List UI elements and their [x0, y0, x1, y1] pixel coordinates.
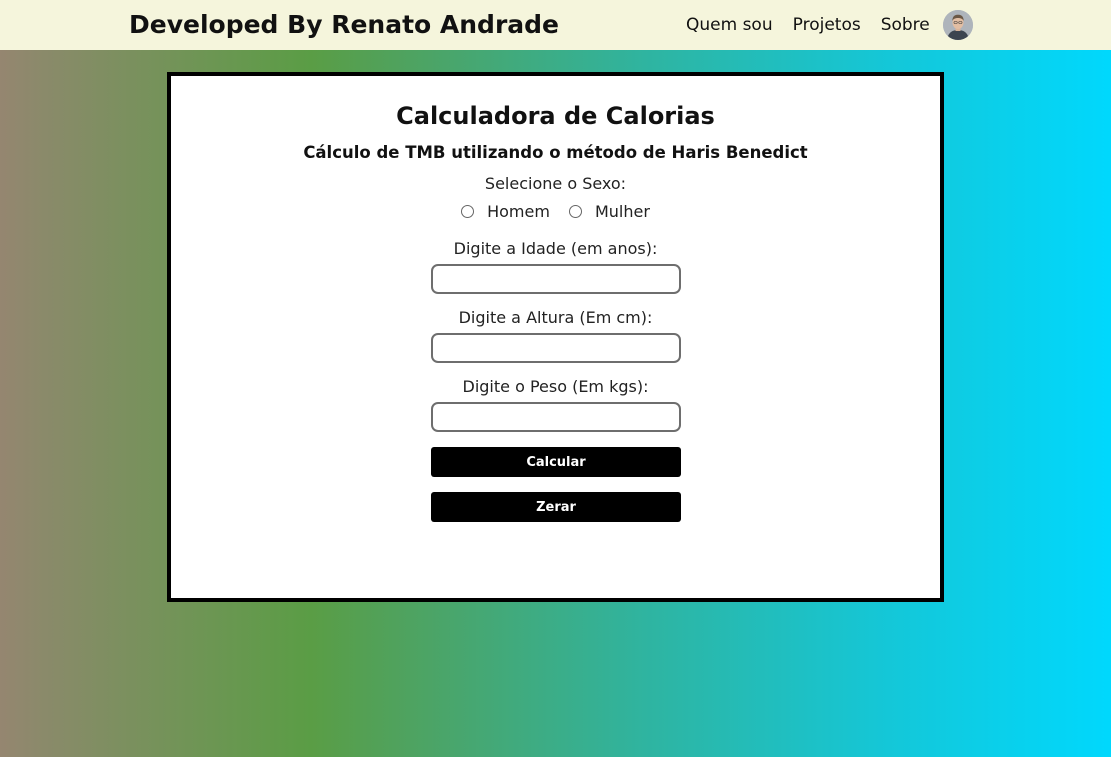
calculator-card: Calculadora de Calorias Cálculo de TMB u…: [167, 72, 944, 602]
radio-mulher[interactable]: [568, 205, 582, 218]
top-navbar: Developed By Renato Andrade Quem sou Pro…: [0, 0, 1111, 50]
radio-homem[interactable]: [461, 205, 475, 218]
user-avatar-icon: [942, 10, 973, 40]
nav-link-quem-sou[interactable]: Quem sou: [686, 15, 773, 35]
calculate-button[interactable]: Calcular: [431, 447, 681, 477]
age-input[interactable]: [431, 264, 681, 294]
avatar[interactable]: [942, 10, 973, 40]
brand-title: Developed By Renato Andrade: [129, 10, 560, 39]
page-subtitle: Cálculo de TMB utilizando o método de Ha…: [303, 143, 808, 162]
nav-link-projetos[interactable]: Projetos: [793, 15, 861, 35]
radio-homem-label[interactable]: Homem: [487, 202, 550, 221]
height-input[interactable]: [431, 333, 681, 363]
radio-mulher-label[interactable]: Mulher: [595, 202, 650, 221]
sex-label: Selecione o Sexo:: [484, 174, 627, 193]
height-label: Digite a Altura (Em cm):: [458, 308, 653, 327]
weight-input[interactable]: [431, 402, 681, 432]
page-title: Calculadora de Calorias: [396, 102, 715, 130]
reset-button[interactable]: Zerar: [431, 492, 681, 522]
nav-link-sobre[interactable]: Sobre: [881, 15, 930, 35]
sex-radio-group: Homem Mulher: [171, 202, 940, 221]
weight-label: Digite o Peso (Em kgs):: [462, 377, 649, 396]
age-label: Digite a Idade (em anos):: [453, 239, 658, 258]
nav-links: Quem sou Projetos Sobre: [686, 7, 973, 43]
